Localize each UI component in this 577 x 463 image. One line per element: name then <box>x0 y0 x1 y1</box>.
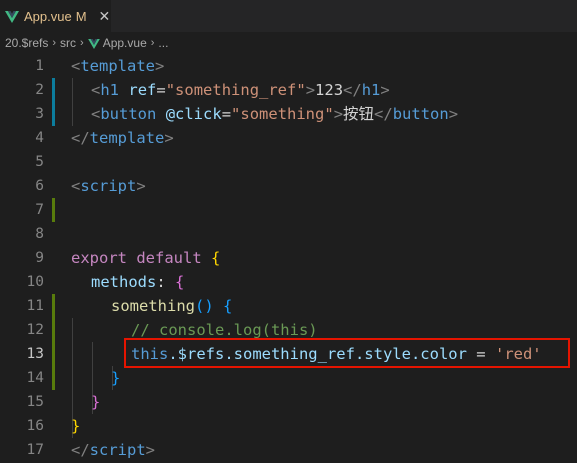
operator: = <box>156 81 166 99</box>
attr-name: ref <box>128 81 157 99</box>
highlight-annotation-box <box>124 338 570 368</box>
operator: : <box>156 273 166 291</box>
chevron-right-icon: › <box>52 37 57 49</box>
line-number: 14 <box>26 370 44 386</box>
chevron-right-icon: › <box>150 37 155 49</box>
line-number: 10 <box>26 274 44 290</box>
line-number-gutter: 1 2 3 4 5 6 7 8 9 10 11 12 13 14 15 16 1… <box>0 54 48 463</box>
attr-name: @click <box>165 105 222 123</box>
code-line-16: } <box>71 417 81 435</box>
breadcrumb-folder[interactable]: 20.$refs <box>5 36 48 50</box>
line-number: 7 <box>35 202 44 218</box>
code-line-10: methods: { <box>91 270 184 294</box>
line-number: 2 <box>35 82 44 98</box>
tag-bracket: < <box>91 105 101 123</box>
keyword: default <box>136 249 202 267</box>
tag-name: button <box>392 105 449 123</box>
code-line-9: export default { <box>71 246 220 270</box>
code-line-6: <script> <box>71 174 146 198</box>
line-number-active: 13 <box>26 346 44 362</box>
line-number: 1 <box>35 58 44 74</box>
line-number: 15 <box>26 394 44 410</box>
tag-name: template <box>80 57 155 75</box>
tag-bracket: > <box>448 105 459 123</box>
breadcrumb: 20.$refs › src › App.vue › ... <box>0 32 577 54</box>
function-name: something <box>111 297 195 315</box>
tag-bracket: </ <box>374 105 393 123</box>
line-number: 12 <box>26 322 44 338</box>
tag-name: script <box>80 177 137 195</box>
code-line-11: something() { <box>111 294 232 318</box>
chevron-right-icon: › <box>80 37 84 49</box>
breadcrumb-src[interactable]: src <box>60 36 76 50</box>
added-line-indicator <box>52 318 55 342</box>
code-line-3: <button @click="something">按钮</button> <box>91 102 458 126</box>
tag-name: template <box>89 129 165 147</box>
tag-bracket: < <box>91 81 101 99</box>
editor-tab-bar: App.vue M ✕ <box>0 0 577 32</box>
code-line-14: } <box>111 369 121 387</box>
line-number: 3 <box>35 106 44 122</box>
tag-bracket: </ <box>71 441 90 459</box>
line-number: 4 <box>35 130 44 146</box>
modified-line-indicator <box>52 78 55 102</box>
added-line-indicator <box>52 366 55 390</box>
attr-value: "something_ref" <box>165 81 306 99</box>
tag-bracket: > <box>333 105 344 123</box>
code-line-2: <h1 ref="something_ref">123</h1> <box>91 78 390 102</box>
tag-bracket: > <box>380 81 390 99</box>
code-line-15: } <box>91 393 101 411</box>
property-name: methods <box>91 273 157 291</box>
line-number: 5 <box>35 154 44 170</box>
tag-bracket: < <box>71 57 81 75</box>
text-content: 按钮 <box>343 105 375 123</box>
added-line-indicator <box>52 342 55 366</box>
tag-name: h1 <box>361 81 381 99</box>
tag-bracket: </ <box>343 81 362 99</box>
vue-file-icon <box>5 10 19 23</box>
line-number: 17 <box>26 442 44 458</box>
brace: { <box>175 273 185 291</box>
tag-bracket: > <box>305 81 316 99</box>
tag-name: script <box>89 441 146 459</box>
tag-bracket: < <box>71 177 81 195</box>
tab-filename: App.vue <box>24 8 72 24</box>
modified-line-indicator <box>52 102 55 126</box>
vue-file-icon <box>87 38 100 49</box>
attr-value: "something" <box>231 105 334 123</box>
tag-bracket: </ <box>71 129 90 147</box>
breadcrumb-more[interactable]: ... <box>158 36 168 50</box>
tag-bracket: > <box>145 441 156 459</box>
code-line-17: </script> <box>71 438 155 462</box>
line-number: 9 <box>35 250 44 266</box>
code-line-1: <template> <box>71 54 164 78</box>
tab-modified-indicator: M <box>75 8 87 24</box>
tag-bracket: > <box>136 177 146 195</box>
added-line-indicator <box>52 198 55 222</box>
code-editor[interactable]: 1 2 3 4 5 6 7 8 9 10 11 12 13 14 15 16 1… <box>0 54 577 463</box>
breadcrumb-file[interactable]: App.vue <box>103 36 147 50</box>
code-line-4: </template> <box>71 126 174 150</box>
line-number: 6 <box>35 178 44 194</box>
brace: { <box>211 249 221 267</box>
parens: () <box>195 297 214 315</box>
tab-app-vue[interactable]: App.vue M ✕ <box>0 0 111 32</box>
close-icon[interactable]: ✕ <box>99 8 111 25</box>
tag-bracket: > <box>155 57 165 75</box>
brace: { <box>223 297 233 315</box>
text-content: 123 <box>315 81 344 99</box>
tag-bracket: > <box>164 129 174 147</box>
indent-guide <box>72 78 73 126</box>
operator: = <box>221 105 232 123</box>
tag-name: button <box>100 105 157 123</box>
line-number: 11 <box>26 298 44 314</box>
line-number: 8 <box>35 226 44 242</box>
tag-name: h1 <box>100 81 120 99</box>
keyword: export <box>71 249 127 267</box>
added-line-indicator <box>52 294 55 318</box>
line-number: 16 <box>26 418 44 434</box>
